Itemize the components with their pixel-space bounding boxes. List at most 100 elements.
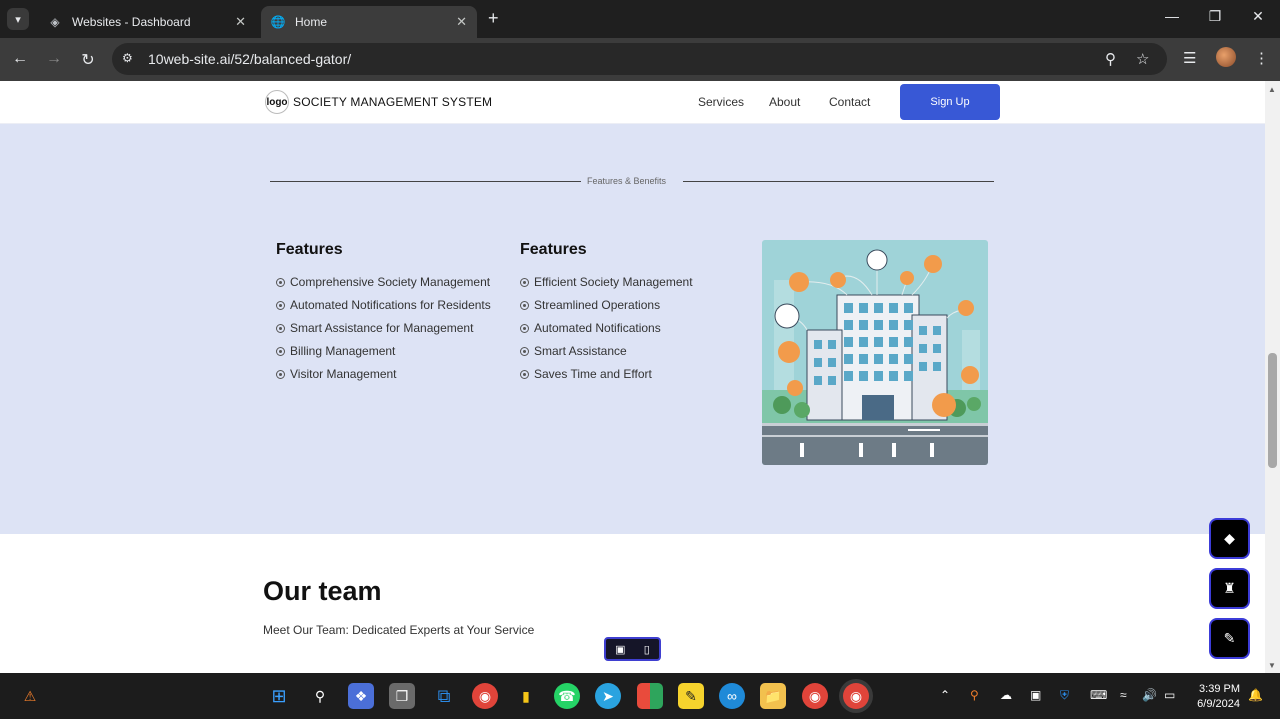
url-text[interactable]: 10web-site.ai/52/balanced-gator/ xyxy=(148,51,351,67)
back-icon[interactable]: ← xyxy=(10,50,30,68)
tab-search-icon[interactable]: ▾ xyxy=(7,8,29,30)
bullet-icon xyxy=(276,301,285,310)
bullet-icon xyxy=(276,347,285,356)
zoom-icon[interactable]: ⚲ xyxy=(1105,50,1116,68)
tab-websites-dashboard[interactable]: ◈ Websites - Dashboard ✕ xyxy=(38,6,256,38)
features-column-1: Features Comprehensive Society Managemen… xyxy=(276,241,496,389)
scroll-up-icon[interactable]: ▲ xyxy=(1268,85,1276,94)
list-item: Smart Assistance for Management xyxy=(276,320,496,337)
notification-bell-icon[interactable]: 🔔 xyxy=(1248,688,1263,702)
keyboard-icon[interactable]: ⌨ xyxy=(1090,688,1107,702)
sticky-notes-icon[interactable]: ✎ xyxy=(678,683,704,709)
clock[interactable]: 3:39 PM 6/9/2024 xyxy=(1192,682,1240,712)
nav-contact[interactable]: Contact xyxy=(829,95,870,109)
search-tool-icon[interactable]: ⚲ xyxy=(970,688,979,702)
page-scrollbar[interactable]: ▲ ▼ xyxy=(1265,81,1280,673)
tab-title: Websites - Dashboard xyxy=(72,15,191,29)
bullet-icon xyxy=(520,370,529,379)
forward-icon[interactable]: → xyxy=(44,50,64,68)
web-page: logo SOCIETY MANAGEMENT SYSTEM Services … xyxy=(0,81,1265,673)
list-item: Saves Time and Effort xyxy=(520,366,740,383)
nav-services[interactable]: Services xyxy=(698,95,744,109)
office-icon[interactable] xyxy=(637,683,663,709)
tab-title: Home xyxy=(295,15,328,29)
browser-toolbar: ← → ↻ ⚙ 10web-site.ai/52/balanced-gator/… xyxy=(0,38,1280,81)
list-item: Automated Notifications xyxy=(520,320,740,337)
divider-line xyxy=(683,181,994,182)
nav-about[interactable]: About xyxy=(769,95,800,109)
vscode-icon[interactable]: ⧉ xyxy=(431,683,457,709)
list-item: Efficient Society Management xyxy=(520,274,740,291)
features-heading: Features xyxy=(276,241,343,258)
diamond-icon[interactable]: ◆ xyxy=(1209,518,1250,559)
scrollbar-thumb[interactable] xyxy=(1268,353,1277,468)
edge-icon[interactable]: ∞ xyxy=(719,683,745,709)
new-tab-icon[interactable]: + xyxy=(488,9,499,27)
scroll-down-icon[interactable]: ▼ xyxy=(1268,661,1276,670)
copilot-icon[interactable]: ❖ xyxy=(348,683,374,709)
divider-line xyxy=(270,181,581,182)
reading-list-icon[interactable]: ☰ xyxy=(1183,49,1196,67)
pencil-icon[interactable]: ✎ xyxy=(1209,618,1250,659)
task-view-icon[interactable]: ❐ xyxy=(389,683,415,709)
whatsapp-icon[interactable]: ☎ xyxy=(554,683,580,709)
building-illustration xyxy=(762,240,988,465)
minimize-icon[interactable]: — xyxy=(1157,8,1187,24)
chevron-up-icon[interactable]: ⌃ xyxy=(940,688,950,702)
photos-icon[interactable]: ▣ xyxy=(1030,688,1041,702)
tab-home[interactable]: 🌐 Home ✕ xyxy=(261,6,477,38)
bullet-icon xyxy=(520,278,529,287)
style-editor-icon[interactable]: ♜ xyxy=(1209,568,1250,609)
site-info-icon[interactable]: ⚙ xyxy=(122,51,133,65)
start-icon[interactable]: ⊞ xyxy=(266,683,292,709)
list-item: Comprehensive Society Management xyxy=(276,274,496,291)
profile-avatar[interactable] xyxy=(1216,47,1236,67)
brand-name: SOCIETY MANAGEMENT SYSTEM xyxy=(293,95,493,109)
mobile-icon[interactable]: ▯ xyxy=(644,643,650,656)
desktop-icon[interactable]: ▣ xyxy=(615,643,625,656)
list-item: Streamlined Operations xyxy=(520,297,740,314)
notification-widget-icon[interactable]: ⚠ xyxy=(17,683,43,709)
list-item: Visitor Management xyxy=(276,366,496,383)
menu-kebab-icon[interactable]: ⋮ xyxy=(1254,49,1269,67)
chrome-icon[interactable]: ◉ xyxy=(472,683,498,709)
restore-icon[interactable]: ❐ xyxy=(1200,8,1230,25)
list-item: Smart Assistance xyxy=(520,343,740,360)
site-logo[interactable]: logo xyxy=(265,90,289,114)
battery-icon[interactable]: ▭ xyxy=(1164,688,1175,702)
volume-icon[interactable]: 🔊 xyxy=(1142,688,1157,702)
features-section: Features & Benefits Features Comprehensi… xyxy=(0,124,1265,534)
close-tab-icon[interactable]: ✕ xyxy=(235,14,246,30)
features-column-2: Features Efficient Society Management St… xyxy=(520,241,740,389)
onedrive-icon[interactable]: ☁ xyxy=(1000,688,1012,702)
shield-icon[interactable]: ⛨ xyxy=(1060,688,1069,703)
wifi-icon[interactable]: ≈ xyxy=(1120,688,1127,702)
windows-taskbar: ⚠ ⊞ ⚲ ❖ ❐ ⧉ ◉ ▮ ☎ ➤ ✎ ∞ 📁 ◉ ◉ ⌃ ⚲ ☁ ▣ ⛨ … xyxy=(0,673,1280,719)
close-tab-icon[interactable]: ✕ xyxy=(456,14,467,30)
telegram-icon[interactable]: ➤ xyxy=(595,683,621,709)
tab-strip: ▾ ◈ Websites - Dashboard ✕ 🌐 Home ✕ + — … xyxy=(0,0,1280,38)
10web-favicon-icon: ◈ xyxy=(50,15,60,29)
team-subtitle: Meet Our Team: Dedicated Experts at Your… xyxy=(263,623,535,637)
section-label: Features & Benefits xyxy=(587,176,667,186)
sign-up-button[interactable]: Sign Up xyxy=(900,84,1000,120)
close-window-icon[interactable]: ✕ xyxy=(1243,8,1273,25)
chrome-active-icon[interactable]: ◉ xyxy=(843,683,869,709)
bookmark-star-icon[interactable]: ☆ xyxy=(1136,50,1149,68)
bullet-icon xyxy=(276,278,285,287)
device-preview-toggle: ▣ ▯ xyxy=(604,637,661,661)
features-heading: Features xyxy=(520,241,587,258)
reload-icon[interactable]: ↻ xyxy=(78,50,98,70)
bullet-icon xyxy=(276,324,285,333)
bullet-icon xyxy=(520,301,529,310)
globe-icon: 🌐 xyxy=(270,15,286,29)
search-icon[interactable]: ⚲ xyxy=(307,683,333,709)
team-title: Our team xyxy=(263,576,382,606)
site-header: logo SOCIETY MANAGEMENT SYSTEM Services … xyxy=(0,81,1265,124)
address-bar[interactable]: ⚙ 10web-site.ai/52/balanced-gator/ ⚲ ☆ xyxy=(112,43,1167,75)
file-explorer-icon[interactable]: 📁 xyxy=(760,683,786,709)
bullet-icon xyxy=(520,324,529,333)
chrome-profile-icon[interactable]: ◉ xyxy=(802,683,828,709)
clock-date: 6/9/2024 xyxy=(1197,698,1240,710)
keep-icon[interactable]: ▮ xyxy=(513,683,539,709)
